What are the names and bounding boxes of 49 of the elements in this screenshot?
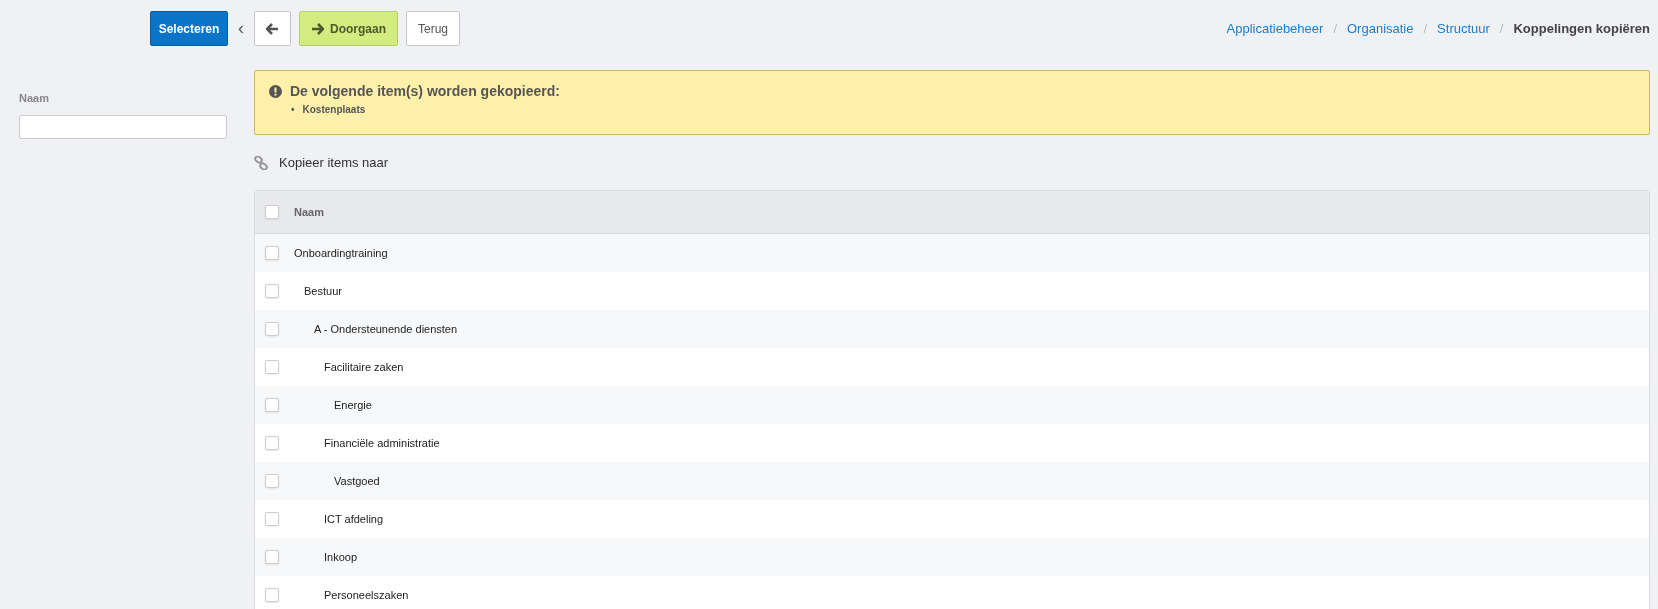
row-checkbox[interactable] [265,360,279,374]
row-checkbox[interactable] [265,474,279,488]
table-cell-text: Bestuur [303,285,342,297]
table-row[interactable]: Vastgoed [255,462,1649,500]
back-arrow-button[interactable] [254,11,291,46]
section-title: Kopieer items naar [279,155,389,170]
back-button[interactable]: Terug [406,11,461,46]
table-cell-text: Personeelszaken [323,589,409,601]
name-filter-field[interactable] [19,115,227,139]
table-row[interactable]: Inkoop [255,538,1649,576]
row-checkbox[interactable] [265,550,279,564]
row-checkbox[interactable] [265,246,279,260]
row-checkbox[interactable] [265,512,279,526]
table-cell-text: A - Ondersteunende diensten [313,323,458,335]
table-cell-text: Onboardingtraining [293,247,388,259]
collapse-toggle[interactable]: ‹ [236,18,246,39]
table-cell-text: Financiële administratie [323,437,440,449]
row-checkbox[interactable] [265,322,279,336]
alert-item: Kostenplaats [302,103,366,117]
breadcrumb-separator: / [1423,21,1428,36]
breadcrumb-link[interactable]: Structuur [1437,21,1490,36]
table-cell-text: Facilitaire zaken [323,361,404,373]
alert-title: De volgende item(s) worden gekopieerd: [290,83,560,99]
continue-button[interactable]: Doorgaan [299,11,398,46]
row-checkbox[interactable] [265,436,279,450]
table-cell-text: Inkoop [323,551,358,563]
arrow-left-icon [266,22,279,35]
breadcrumb-separator: / [1499,21,1504,36]
table-row[interactable]: Onboardingtraining [255,234,1649,272]
table-cell-text: ICT afdeling [323,513,384,525]
row-checkbox[interactable] [265,398,279,412]
row-checkbox[interactable] [265,284,279,298]
link-icon [254,155,268,170]
row-checkbox[interactable] [265,588,279,602]
filter-label: Naam [19,92,50,104]
breadcrumb-current: Koppelingen kopiëren [1513,21,1650,36]
select-button[interactable]: Selecteren [150,11,228,46]
select-all-checkbox[interactable] [265,205,279,219]
table-row[interactable]: A - Ondersteunende diensten [255,310,1649,348]
exclamation-icon [269,84,282,98]
breadcrumb-separator: / [1333,21,1337,36]
column-header: Naam [294,206,324,218]
breadcrumb-link[interactable]: Organisatie [1347,21,1414,36]
arrow-right-icon [311,22,324,35]
breadcrumb-link[interactable]: Applicatiebeheer [1226,21,1324,36]
table-row[interactable]: Energie [255,386,1649,424]
table-cell-text: Vastgoed [333,475,380,487]
table-cell-text: Energie [333,399,372,411]
bullet-marker: • [291,103,295,117]
